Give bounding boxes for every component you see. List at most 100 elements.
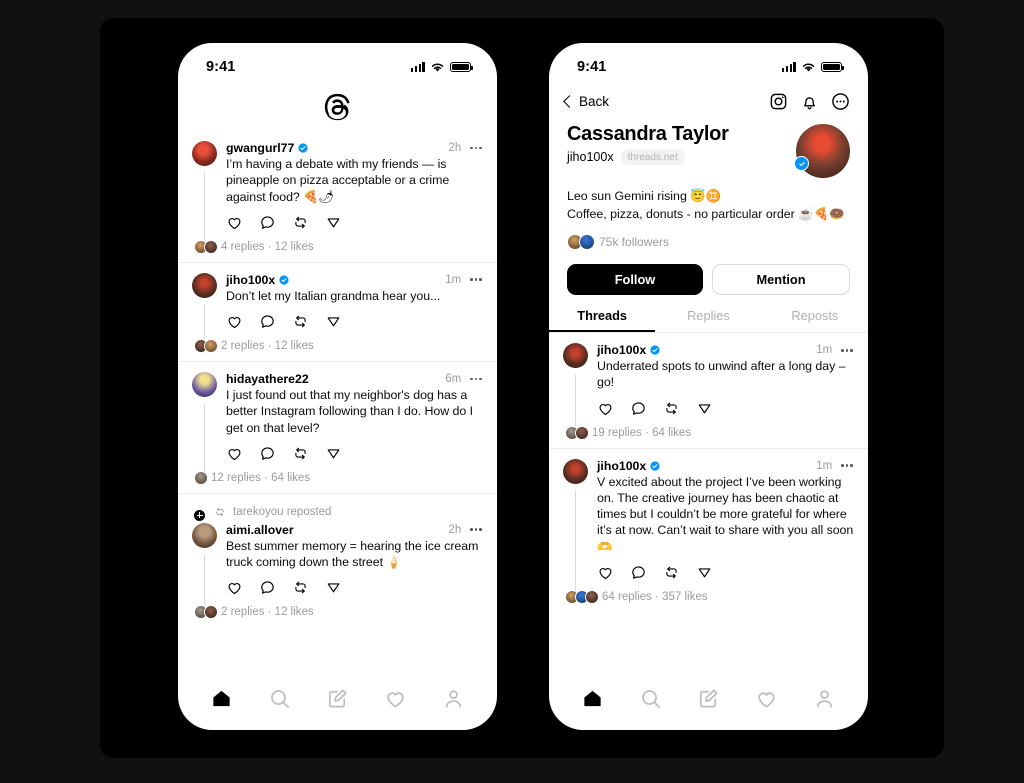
comment-icon[interactable]	[259, 445, 276, 462]
add-badge-icon[interactable]	[193, 508, 206, 522]
post-actions	[226, 445, 483, 462]
compose-icon[interactable]	[697, 687, 720, 710]
comment-icon[interactable]	[630, 400, 647, 417]
avatar[interactable]	[563, 458, 588, 484]
like-icon[interactable]	[226, 579, 243, 596]
post-timestamp: 1m	[816, 459, 833, 472]
feed-post[interactable]: jiho100x 1m Underrated spots to unwind a…	[549, 333, 868, 449]
post-footer: 2 replies · 12 likes	[194, 605, 483, 620]
reply-avatars	[565, 425, 589, 440]
post-actions	[226, 214, 483, 231]
post-actions	[597, 564, 854, 581]
instagram-icon[interactable]	[769, 92, 788, 111]
mini-avatar	[585, 589, 599, 604]
share-icon[interactable]	[325, 313, 342, 330]
repost-icon[interactable]	[292, 579, 309, 596]
share-icon[interactable]	[696, 400, 713, 417]
repost-icon[interactable]	[292, 214, 309, 231]
avatar[interactable]	[192, 522, 217, 548]
follow-button[interactable]: Follow	[567, 264, 703, 296]
followers-count[interactable]: 75k followers	[599, 235, 669, 249]
post-stats[interactable]: 12 replies · 64 likes	[211, 472, 310, 484]
repost-icon[interactable]	[292, 313, 309, 330]
heart-icon[interactable]	[384, 687, 407, 710]
avatar[interactable]	[563, 343, 588, 369]
profile-icon[interactable]	[442, 687, 465, 710]
post-username[interactable]: gwangurl77	[226, 141, 294, 155]
feed-post[interactable]: hidayathere22 6m I just found out that m…	[178, 362, 497, 494]
heart-icon[interactable]	[755, 687, 778, 710]
tab-replies[interactable]: Replies	[655, 308, 761, 332]
threads-domain-pill: threads.net	[620, 149, 685, 165]
post-stats[interactable]: 2 replies · 12 likes	[221, 340, 314, 352]
share-icon[interactable]	[696, 564, 713, 581]
like-icon[interactable]	[597, 400, 614, 417]
comment-icon[interactable]	[259, 214, 276, 231]
feed-post[interactable]: jiho100x 1m Don’t let my Italian grandma…	[178, 263, 497, 362]
share-icon[interactable]	[325, 445, 342, 462]
profile-icon[interactable]	[813, 687, 836, 710]
feed-post-repost[interactable]: tarekoyou reposted aimi.allover 2h Best …	[178, 494, 497, 620]
mini-avatar	[194, 470, 208, 485]
post-stats[interactable]: 4 replies · 12 likes	[221, 241, 314, 253]
battery-icon	[821, 61, 844, 73]
post-more-icon[interactable]	[840, 461, 854, 470]
post-more-icon[interactable]	[840, 346, 854, 355]
avatar[interactable]	[192, 372, 217, 397]
profile-feed-list: jiho100x 1m Underrated spots to unwind a…	[549, 333, 868, 674]
avatar[interactable]	[192, 141, 217, 166]
bio-line-1: Leo sun Gemini rising 😇♊	[567, 189, 722, 203]
thread-connector-line	[574, 489, 577, 604]
more-circle-icon[interactable]	[831, 92, 850, 111]
post-username[interactable]: hidayathere22	[226, 372, 309, 386]
home-icon[interactable]	[581, 687, 604, 710]
tab-reposts[interactable]: Reposts	[762, 308, 868, 332]
like-icon[interactable]	[597, 564, 614, 581]
back-button[interactable]: Back	[563, 94, 609, 109]
home-icon[interactable]	[210, 687, 233, 710]
post-more-icon[interactable]	[469, 375, 483, 384]
post-more-icon[interactable]	[469, 275, 483, 284]
share-icon[interactable]	[325, 214, 342, 231]
post-timestamp: 1m	[816, 344, 833, 357]
profile-nav-icons	[769, 92, 850, 111]
feed-post[interactable]: jiho100x 1m V excited about the project …	[549, 449, 868, 604]
post-text: Best summer memory = hearing the ice cre…	[226, 538, 479, 569]
compose-icon[interactable]	[326, 687, 349, 710]
comment-icon[interactable]	[630, 564, 647, 581]
share-icon[interactable]	[325, 579, 342, 596]
profile-handle-row: jiho100x threads.net	[567, 149, 796, 165]
comment-icon[interactable]	[259, 313, 276, 330]
search-icon[interactable]	[268, 687, 291, 710]
feed-post[interactable]: gwangurl77 2h I’m having a debate with m…	[178, 131, 497, 263]
post-username[interactable]: jiho100x	[597, 459, 646, 473]
verified-badge-icon	[650, 461, 660, 471]
post-stats[interactable]: 64 replies · 357 likes	[602, 591, 707, 603]
like-icon[interactable]	[226, 214, 243, 231]
repost-icon[interactable]	[663, 400, 680, 417]
bell-icon[interactable]	[800, 92, 819, 111]
profile-display-name: Cassandra Taylor	[567, 123, 729, 145]
screenshot-root: 9:41 gwangurl77 2h I’m having a debate w…	[0, 0, 1024, 783]
comment-icon[interactable]	[259, 579, 276, 596]
reply-avatars	[565, 589, 599, 604]
repost-icon[interactable]	[292, 445, 309, 462]
battery-icon	[450, 61, 473, 73]
avatar[interactable]	[192, 272, 217, 298]
repost-icon[interactable]	[663, 564, 680, 581]
post-more-icon[interactable]	[469, 144, 483, 153]
like-icon[interactable]	[226, 445, 243, 462]
threads-logo	[324, 93, 350, 121]
post-username[interactable]: aimi.allover	[226, 523, 294, 537]
post-more-icon[interactable]	[469, 525, 483, 534]
post-username[interactable]: jiho100x	[597, 343, 646, 357]
like-icon[interactable]	[226, 313, 243, 330]
profile-avatar-wrapper[interactable]	[794, 124, 850, 178]
tab-threads[interactable]: Threads	[549, 308, 655, 332]
mention-button[interactable]: Mention	[712, 264, 850, 296]
search-icon[interactable]	[639, 687, 662, 710]
post-stats[interactable]: 2 replies · 12 likes	[221, 606, 314, 618]
post-username[interactable]: jiho100x	[226, 273, 275, 287]
post-stats[interactable]: 19 replies · 64 likes	[592, 427, 691, 439]
followers-row[interactable]: 75k followers	[549, 223, 868, 251]
